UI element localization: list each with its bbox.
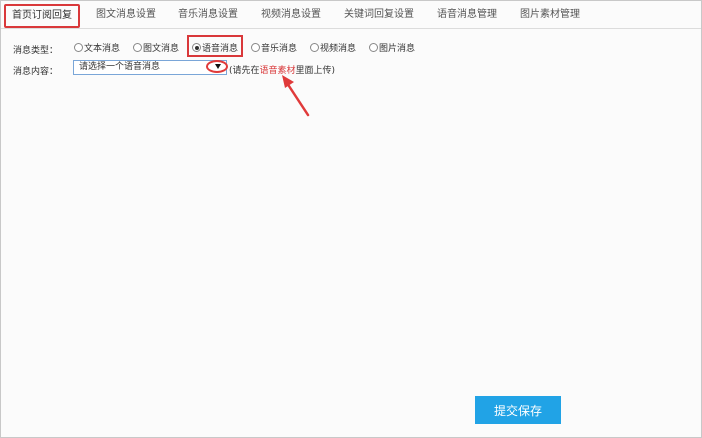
radio-news-message[interactable]: 图文消息 (133, 43, 179, 54)
tab-video-message-settings[interactable]: 视频消息设置 (261, 1, 321, 28)
radio-circle-icon (74, 43, 83, 52)
message-content-label: 消息内容： (13, 67, 59, 77)
tab-image-material-management[interactable]: 图片素材管理 (520, 1, 580, 28)
tab-home-subscribe-reply[interactable]: 首页订阅回复 (4, 4, 80, 28)
radio-video-message[interactable]: 视频消息 (310, 43, 356, 54)
voice-message-select[interactable]: 请选择一个语音消息 (73, 60, 227, 75)
annotation-arrow-icon (282, 75, 310, 117)
select-value: 请选择一个语音消息 (79, 62, 161, 72)
radio-text-message[interactable]: 文本消息 (74, 43, 120, 54)
radio-music-message[interactable]: 音乐消息 (251, 43, 297, 54)
submit-save-button[interactable]: 提交保存 (475, 396, 561, 424)
annotation-circle (206, 60, 228, 73)
radio-circle-icon (133, 43, 142, 52)
radio-image-message[interactable]: 图片消息 (369, 43, 415, 54)
message-type-label: 消息类型： (13, 46, 59, 56)
tab-keyword-reply-settings[interactable]: 关键词回复设置 (344, 1, 414, 28)
annotation-highlight-box (187, 35, 243, 57)
app-frame: 首页订阅回复 图文消息设置 音乐消息设置 视频消息设置 关键词回复设置 语音消息… (0, 0, 702, 438)
tab-voice-message-management[interactable]: 语音消息管理 (437, 1, 497, 28)
tab-bar: 首页订阅回复 图文消息设置 音乐消息设置 视频消息设置 关键词回复设置 语音消息… (1, 1, 701, 29)
tab-music-message-settings[interactable]: 音乐消息设置 (178, 1, 238, 28)
radio-circle-icon (310, 43, 319, 52)
radio-circle-icon (369, 43, 378, 52)
tab-news-message-settings[interactable]: 图文消息设置 (96, 1, 156, 28)
radio-circle-icon (251, 43, 260, 52)
